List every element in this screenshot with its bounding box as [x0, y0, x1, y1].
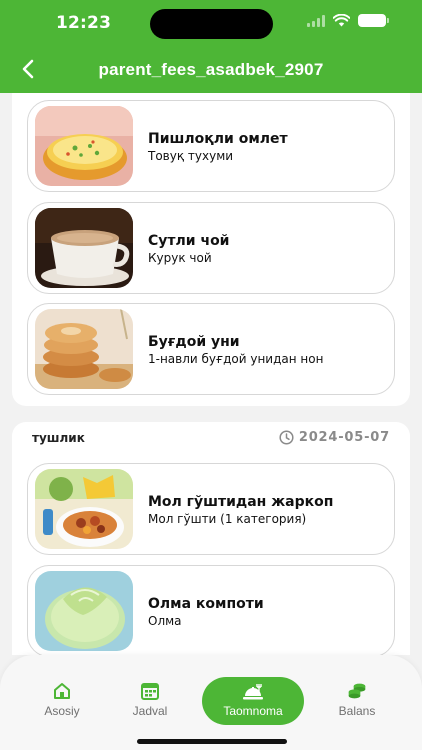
food-card[interactable]: Олма компоти Олма [27, 565, 395, 655]
nav-label: Asosiy [44, 704, 80, 718]
wifi-icon [333, 14, 350, 27]
nav-label: Jadval [132, 704, 168, 718]
meal-date: 2024-05-07 [298, 430, 390, 445]
food-ingredient: 1-навли буғдой унидан нон [148, 352, 324, 366]
food-card[interactable]: Буғдой уни 1-навли буғдой унидан нон [27, 303, 395, 395]
nav-item-taomnoma[interactable]: Taomnoma [202, 677, 304, 725]
page-title: parent_fees_asadbek_2907 [98, 60, 324, 79]
food-ingredient: Курук чой [148, 251, 212, 265]
signal-icon [307, 14, 325, 27]
food-title: Сутли чой [148, 233, 230, 249]
food-title: Мол гўштидан жаркоп [148, 494, 334, 510]
battery-icon [358, 14, 389, 27]
status-time: 12:23 [56, 13, 112, 33]
nav-label: Balans [338, 704, 376, 718]
nav-item-balans[interactable]: Balans [322, 681, 392, 718]
dynamic-island [150, 9, 273, 39]
status-icons [307, 14, 389, 27]
nav-item-asosiy[interactable]: Asosiy [27, 681, 97, 718]
meal-type-label: тушлик [32, 431, 85, 445]
food-card[interactable]: Мол гўштидан жаркоп Мол гўшти (1 категор… [27, 463, 395, 555]
nav-label: Taomnoma [223, 704, 283, 718]
food-title: Буғдой уни [148, 334, 240, 350]
food-card[interactable]: Сутли чой Курук чой [27, 202, 395, 294]
clock-icon [279, 430, 294, 445]
calendar-icon [141, 683, 159, 700]
status-bar: 12:23 [0, 0, 422, 46]
cheese-omelette-image [35, 106, 133, 186]
nav-item-jadval[interactable]: Jadval [115, 681, 185, 718]
food-ingredient: Товуқ тухуми [148, 149, 234, 163]
meal-section-breakfast: Пишлоқли омлет Товуқ тухуми Сутли чой Ку… [12, 93, 410, 406]
food-title: Пишлоқли омлет [148, 131, 288, 147]
home-icon [54, 683, 70, 699]
coins-icon [348, 683, 366, 699]
home-indicator [137, 739, 287, 744]
menu-list[interactable]: Пишлоқли омлет Товуқ тухуми Сутли чой Ку… [0, 93, 422, 655]
bottom-navigation: Asosiy Jadval Taomnoma Balans [0, 655, 422, 750]
food-ingredient: Мол гўшти (1 категория) [148, 512, 307, 526]
food-card[interactable]: Пишлоқли омлет Товуқ тухуми [27, 100, 395, 192]
milk-tea-image [35, 208, 133, 288]
food-ingredient: Олма [148, 614, 182, 628]
apple-compote-image [35, 571, 133, 651]
food-title: Олма компоти [148, 596, 264, 612]
app-header: 12:23 parent_fees_asadbek_2907 [0, 0, 422, 93]
bread-image [35, 309, 133, 389]
food-tray-icon [243, 684, 263, 700]
beef-stew-image [35, 469, 133, 549]
meal-section-lunch: тушлик 2024-05-07 Мол гўштидан жаркоп Мо… [12, 422, 410, 655]
